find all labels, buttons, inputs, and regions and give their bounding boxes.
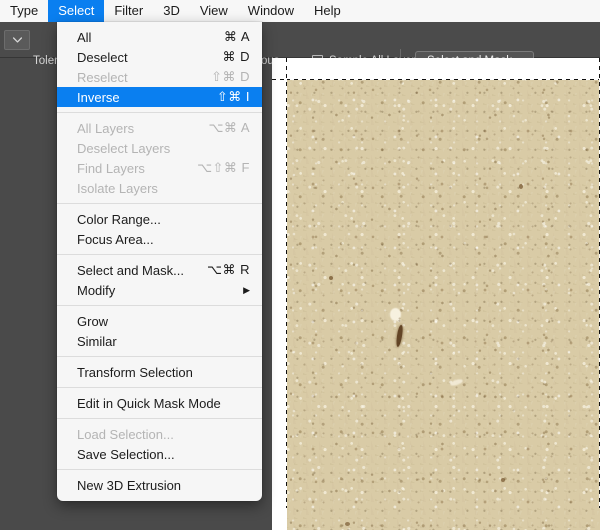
menu-item-all[interactable]: All ⌘ A [57,27,262,47]
menu-item-label: Load Selection... [77,426,174,442]
highlight-streak [449,378,464,387]
paper-grain [287,80,600,530]
menu-item-label: Color Range... [77,211,161,227]
menu-separator [57,469,262,470]
selection-marquee-paper-top [286,79,600,80]
application-menu-bar: Type Select Filter 3D View Window Help [0,0,600,22]
menu-item-label: Reselect [77,69,128,85]
menu-item-find-layers: Find Layers ⌥⇧⌘ F [57,158,262,178]
menubar-item-view[interactable]: View [190,0,238,22]
menu-separator [57,203,262,204]
menu-item-label: Save Selection... [77,446,175,462]
menu-item-label: New 3D Extrusion [77,477,182,493]
photoshop-window: Type Select Filter 3D View Window Help T… [0,0,600,530]
menu-item-reselect: Reselect ⇧⌘ D [57,67,262,87]
menu-item-label: All [77,29,92,45]
menubar-item-type[interactable]: Type [0,0,48,22]
menubar-item-select[interactable]: Select [48,0,105,22]
menu-item-label: Find Layers [77,160,145,176]
menu-item-shortcut: ⇧⌘ I [216,89,250,104]
menu-item-deselect-layers: Deselect Layers [57,138,262,158]
select-menu-dropdown: All ⌘ A Deselect ⌘ D Reselect ⇧⌘ D Inver… [57,22,262,501]
dark-speck-lower-right [501,478,505,482]
menu-item-shortcut: ⌥⇧⌘ F [197,160,250,175]
menu-item-label: Edit in Quick Mask Mode [77,395,221,411]
menu-item-inverse[interactable]: Inverse ⇧⌘ I [57,87,262,107]
menubar-item-help[interactable]: Help [304,0,351,22]
dark-speck-bottom [345,522,350,526]
tolerance-label: Toler [33,55,58,67]
menu-item-label: Inverse [77,89,120,105]
menu-item-label: All Layers [77,120,135,136]
menubar-item-label: Select [58,3,95,18]
menu-item-select-and-mask[interactable]: Select and Mask... ⌥⌘ R [57,260,262,280]
menubar-item-window[interactable]: Window [238,0,304,22]
menu-item-color-range[interactable]: Color Range... [57,209,262,229]
fiber-mark-dark [395,324,404,348]
paper-texture-image[interactable] [287,80,600,530]
menu-item-label: Select and Mask... [77,262,184,278]
menu-item-focus-area[interactable]: Focus Area... [57,229,262,249]
chevron-right-icon: ▶ [243,284,250,295]
menubar-item-label: 3D [163,3,180,18]
menu-item-shortcut: ⌥⌘ A [208,120,250,135]
menu-item-label: Modify [77,282,116,298]
menu-item-isolate-layers: Isolate Layers [57,178,262,198]
menu-item-save-selection[interactable]: Save Selection... [57,444,262,464]
menu-item-shortcut: ⌘ A [223,29,250,44]
menubar-item-filter[interactable]: Filter [104,0,153,22]
menubar-item-label: Help [314,3,341,18]
menu-item-similar[interactable]: Similar [57,331,262,351]
menu-item-label: Deselect Layers [77,140,171,156]
menu-item-shortcut: ⇧⌘ D [211,69,250,84]
menu-item-all-layers: All Layers ⌥⌘ A [57,118,262,138]
menu-separator [57,254,262,255]
dark-speck-mid-left [329,276,333,280]
dark-speck-upper-right [519,184,523,189]
menu-item-label: Grow [77,313,109,329]
menu-separator [57,305,262,306]
menu-item-new-3d-extrusion[interactable]: New 3D Extrusion [57,475,262,495]
menu-item-label: Focus Area... [77,231,154,247]
menu-item-shortcut: ⌘ D [222,49,250,64]
menu-item-edit-in-quick-mask-mode[interactable]: Edit in Quick Mask Mode [57,393,262,413]
highlight-spot-upper [390,308,401,321]
menubar-item-label: Filter [114,3,144,18]
tool-preset-picker[interactable] [4,30,30,50]
menubar-item-label: Window [247,3,295,18]
menu-separator [57,356,262,357]
menu-item-grow[interactable]: Grow [57,311,262,331]
menu-separator [57,418,262,419]
menu-separator [57,112,262,113]
menu-item-label: Deselect [77,49,128,65]
menubar-item-3d[interactable]: 3D [153,0,190,22]
document-canvas[interactable] [272,58,600,530]
chevron-down-icon [12,37,22,43]
menu-item-shortcut: ⌥⌘ R [207,262,250,277]
menubar-item-label: View [199,3,228,18]
menu-item-label: Similar [77,333,117,349]
menu-item-label: Isolate Layers [77,180,158,196]
menu-item-transform-selection[interactable]: Transform Selection [57,362,262,382]
menu-item-deselect[interactable]: Deselect ⌘ D [57,47,262,67]
menu-separator [57,387,262,388]
menu-item-load-selection: Load Selection... [57,424,262,444]
menu-item-modify[interactable]: Modify ▶ [57,280,262,300]
menu-item-label: Transform Selection [77,364,193,380]
menubar-item-label: Type [10,3,39,18]
selection-marquee-left-edge [286,58,287,508]
